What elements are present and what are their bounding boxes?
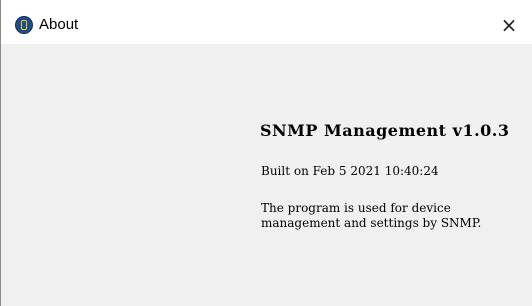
about-dialog: About × SNMP Management v1.0.3 Built on … bbox=[0, 0, 532, 306]
description-line-2: management and settings by SNMP. bbox=[261, 216, 482, 230]
dialog-content: SNMP Management v1.0.3 Built on Feb 5 20… bbox=[1, 44, 532, 306]
app-logo-icon bbox=[15, 16, 33, 34]
title-bar[interactable]: About × bbox=[1, 6, 532, 44]
app-logo-mark bbox=[21, 20, 27, 30]
description-line-1: The program is used for device bbox=[261, 201, 451, 215]
product-name: SNMP Management v1.0.3 bbox=[260, 121, 510, 140]
window-title: About bbox=[39, 16, 79, 33]
build-info: Built on Feb 5 2021 10:40:24 bbox=[261, 164, 439, 178]
close-icon: × bbox=[500, 13, 518, 37]
program-description: The program is used for device managemen… bbox=[261, 201, 523, 231]
close-button[interactable]: × bbox=[486, 6, 532, 44]
